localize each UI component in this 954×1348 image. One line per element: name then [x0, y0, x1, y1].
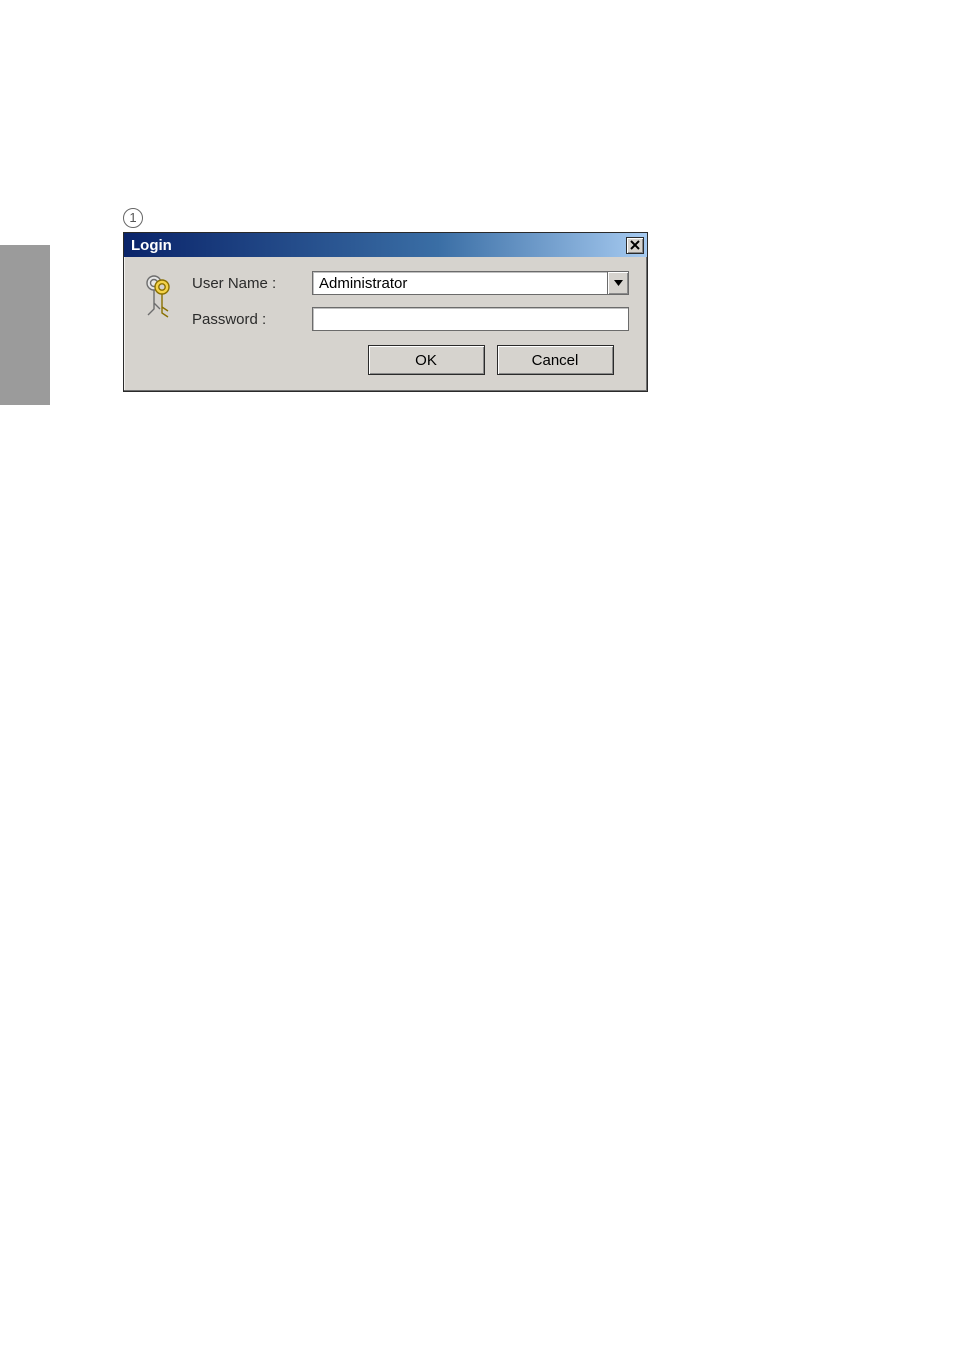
ok-button[interactable]: OK	[368, 345, 485, 375]
login-dialog: Login User Name :	[123, 232, 648, 392]
username-input[interactable]	[313, 272, 607, 294]
titlebar: Login	[124, 233, 647, 257]
username-label: User Name :	[192, 275, 312, 292]
password-label: Password :	[192, 311, 312, 328]
close-button[interactable]	[626, 237, 644, 254]
dialog-buttons: OK Cancel	[334, 345, 647, 391]
close-icon	[630, 240, 640, 250]
cancel-button-label: Cancel	[532, 352, 579, 369]
chevron-down-icon	[614, 280, 623, 286]
callout-marker: 1	[123, 208, 143, 228]
dialog-content: User Name : Password :	[124, 257, 647, 345]
ok-button-label: OK	[415, 352, 437, 369]
cancel-button[interactable]: Cancel	[497, 345, 614, 375]
username-combo[interactable]	[312, 271, 629, 295]
callout-number: 1	[129, 210, 136, 225]
page-side-tab	[0, 245, 50, 405]
window-title: Login	[131, 237, 626, 254]
password-input[interactable]	[312, 307, 629, 331]
keys-icon	[138, 271, 178, 331]
form-fields: User Name : Password :	[192, 271, 629, 331]
username-dropdown-button[interactable]	[607, 272, 628, 294]
